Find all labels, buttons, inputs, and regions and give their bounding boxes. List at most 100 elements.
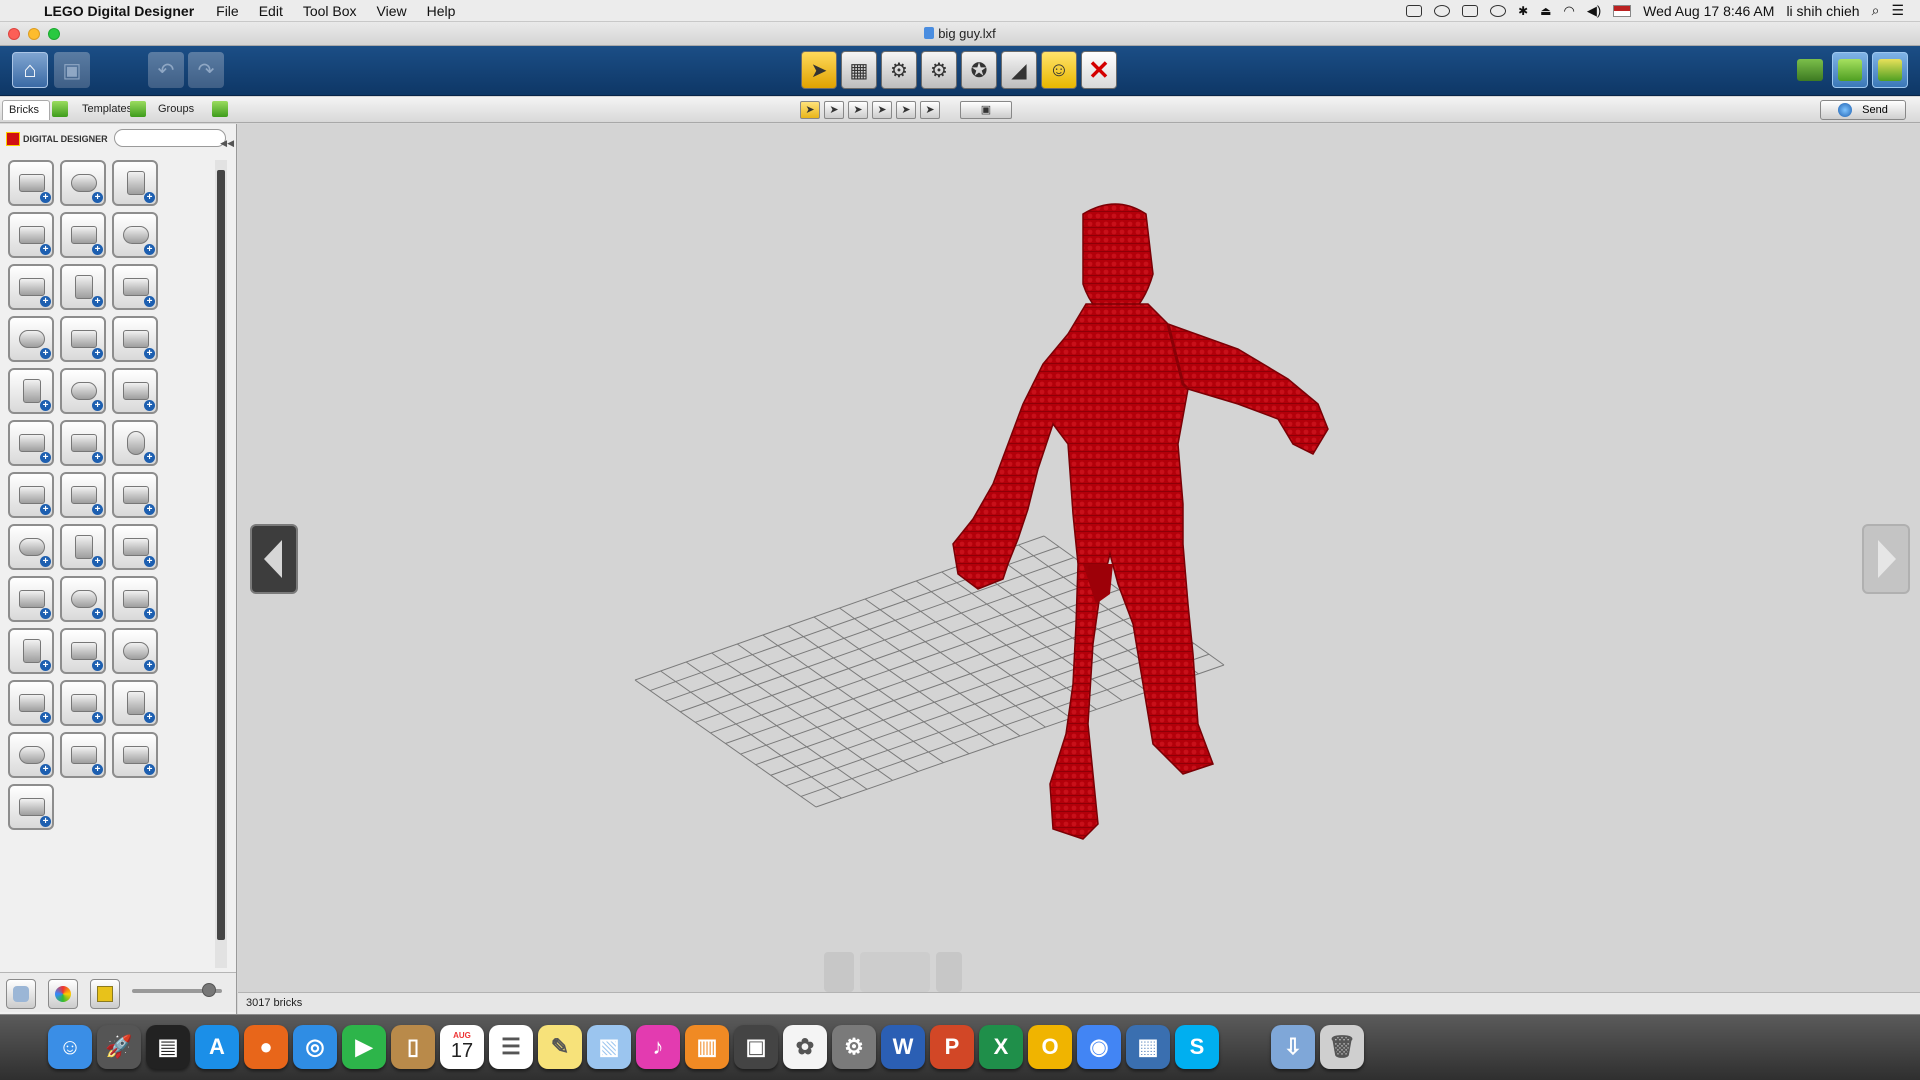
menu-view[interactable]: View [367, 3, 417, 19]
brick-palette-item[interactable]: + [112, 680, 158, 726]
camera-controls[interactable] [824, 952, 962, 992]
brick-palette-item[interactable]: + [8, 368, 54, 414]
brick-palette-item[interactable]: + [60, 576, 106, 622]
dock-app-facetime-icon[interactable]: ▶ [342, 1025, 386, 1069]
connected-select-button[interactable]: ➤ [824, 101, 844, 119]
tab-groups[interactable]: Groups [152, 100, 200, 120]
3d-viewport[interactable] [238, 124, 1920, 992]
brick-palette-item[interactable]: + [8, 524, 54, 570]
redo-button[interactable]: ↷ [188, 52, 224, 88]
dock-app-excel-icon[interactable]: X [979, 1025, 1023, 1069]
palette-zoom-knob[interactable] [202, 983, 216, 997]
camera-pan-control[interactable] [860, 952, 930, 992]
color-palette-button[interactable] [48, 979, 78, 1009]
brick-palette-item[interactable]: + [60, 420, 106, 466]
brick-palette-item[interactable]: + [60, 212, 106, 258]
brick-palette-item[interactable]: + [8, 420, 54, 466]
palette-zoom-slider[interactable] [132, 983, 222, 997]
single-select-button[interactable]: ➤ [800, 101, 820, 119]
brick-palette-item[interactable]: + [112, 264, 158, 310]
collapse-view-button[interactable] [6, 979, 36, 1009]
dock-app-notes-icon[interactable]: ✎ [538, 1025, 582, 1069]
dock-app-reminders-icon[interactable]: ☰ [489, 1025, 533, 1069]
menu-file[interactable]: File [206, 3, 249, 19]
brick-palette-item[interactable]: + [60, 628, 106, 674]
brick-palette-item[interactable]: + [8, 316, 54, 362]
dock-app-keynote-icon[interactable]: ▦ [1126, 1025, 1170, 1069]
brick-palette-item[interactable]: + [60, 368, 106, 414]
flex-tool-button[interactable]: ✪ [961, 51, 997, 89]
menu-toolbox[interactable]: Tool Box [293, 3, 367, 19]
brick-palette-item[interactable]: + [8, 576, 54, 622]
brick-palette-item[interactable]: + [8, 628, 54, 674]
dock-app-calendar-icon[interactable]: AUG 17 [440, 1025, 484, 1069]
invert-select-button[interactable]: ➤ [920, 101, 940, 119]
brick-palette-item[interactable]: + [8, 212, 54, 258]
dock-app-trash-icon[interactable]: 🗑 [1320, 1025, 1364, 1069]
build-mode-button[interactable] [1792, 52, 1828, 88]
dock-app-launchpad-icon[interactable]: 🚀 [97, 1025, 141, 1069]
hide-tool-button[interactable]: ☺ [1041, 51, 1077, 89]
input-source-flag-icon[interactable] [1613, 4, 1632, 17]
dock-app-system-preferences-icon[interactable]: ⚙ [832, 1025, 876, 1069]
user-name[interactable]: li shih chieh [1786, 3, 1859, 19]
brick-palette-item[interactable]: + [60, 680, 106, 726]
brick-palette-item[interactable]: + [112, 576, 158, 622]
hinge-tool-button[interactable]: ⚙ [881, 51, 917, 89]
menu-edit[interactable]: Edit [249, 3, 293, 19]
brick-palette-item[interactable]: + [112, 628, 158, 674]
brick-model-big-guy[interactable] [952, 203, 1329, 840]
wifi-icon[interactable]: ◠ [1563, 3, 1574, 19]
brick-palette-item[interactable]: + [8, 732, 54, 778]
camera-rotate-control[interactable] [824, 952, 854, 992]
brick-palette-item[interactable]: + [60, 160, 106, 206]
brick-palette-item[interactable]: + [8, 160, 54, 206]
bluetooth-icon[interactable]: ✱ [1518, 4, 1528, 18]
delete-tool-button[interactable]: ✕ [1081, 51, 1117, 89]
dock-app-finder-icon[interactable]: ☺ [48, 1025, 92, 1069]
brick-search-input[interactable] [114, 129, 226, 147]
dock-app-outlook-icon[interactable]: O [1028, 1025, 1072, 1069]
home-button[interactable]: ⌂ [12, 52, 48, 88]
dock-app-firefox-icon[interactable]: ● [244, 1025, 288, 1069]
brick-palette-item[interactable]: + [112, 212, 158, 258]
brick-palette-item[interactable]: + [112, 524, 158, 570]
brick-palette-item[interactable]: + [60, 524, 106, 570]
dock-app-photo-booth-icon[interactable]: ▣ [734, 1025, 778, 1069]
brick-palette-item[interactable]: + [112, 472, 158, 518]
palette-scrollbar[interactable] [215, 160, 227, 968]
dock-app-activity-monitor-icon[interactable]: ▤ [146, 1025, 190, 1069]
dock-app-itunes-icon[interactable]: ♪ [636, 1025, 680, 1069]
dock-app-word-icon[interactable]: W [881, 1025, 925, 1069]
color-select-button[interactable]: ➤ [848, 101, 868, 119]
building-guide-button[interactable] [1872, 52, 1908, 88]
brick-palette-item[interactable]: + [60, 264, 106, 310]
brick-palette-item[interactable]: + [112, 732, 158, 778]
brick-palette-item[interactable]: + [8, 680, 54, 726]
dock-app-safari-icon[interactable]: ◎ [293, 1025, 337, 1069]
brick-palette-item[interactable]: + [60, 732, 106, 778]
previous-view-button[interactable] [250, 524, 298, 594]
spotlight-search-icon[interactable]: ⌕ [1872, 2, 1880, 19]
brick-palette-item[interactable]: + [112, 160, 158, 206]
color-shape-select-button[interactable]: ➤ [896, 101, 916, 119]
hinge-align-tool-button[interactable]: ⚙ [921, 51, 957, 89]
brick-palette-item[interactable]: + [60, 316, 106, 362]
collapse-palette-icon[interactable]: ◀◀ [220, 138, 234, 149]
scene-canvas[interactable] [238, 124, 1920, 992]
dock-app-app-store-icon[interactable]: A [195, 1025, 239, 1069]
brick-palette-item[interactable]: + [8, 472, 54, 518]
brick-palette-item[interactable]: + [112, 316, 158, 362]
dock-app-preview-icon[interactable]: ▧ [587, 1025, 631, 1069]
view-mode-button[interactable] [1832, 52, 1868, 88]
brick-palette-item[interactable]: + [112, 368, 158, 414]
select-tool-button[interactable]: ➤ [801, 51, 837, 89]
camera-zoom-control[interactable] [936, 952, 962, 992]
brick-palette-item[interactable]: + [8, 264, 54, 310]
eject-icon[interactable]: ⏏ [1540, 4, 1551, 18]
recent-bricks-button[interactable] [90, 979, 120, 1009]
dock-app-skype-icon[interactable]: S [1175, 1025, 1219, 1069]
clone-tool-button[interactable]: ▦ [841, 51, 877, 89]
dock-app-contacts-icon[interactable]: ▯ [391, 1025, 435, 1069]
printer-status-icon[interactable] [1406, 4, 1423, 17]
